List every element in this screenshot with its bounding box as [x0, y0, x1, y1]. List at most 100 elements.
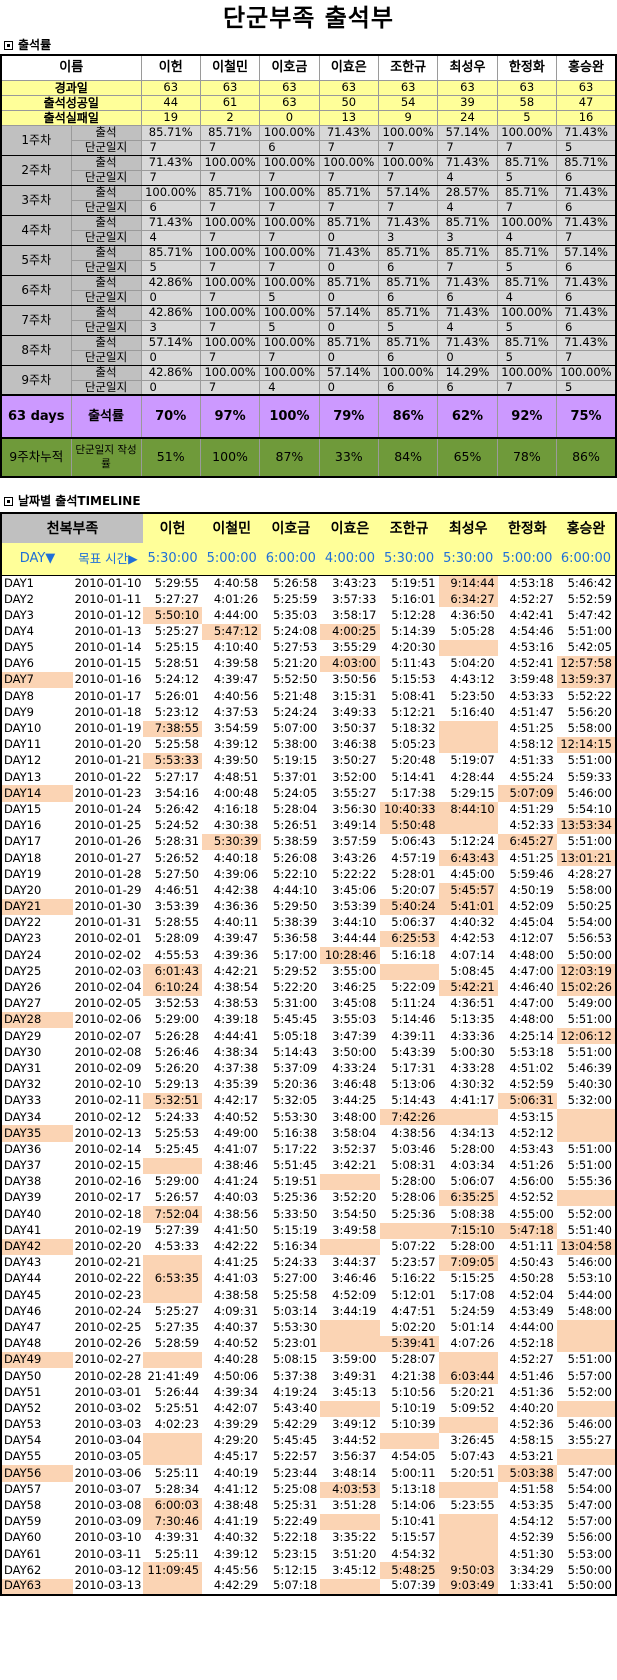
wake-time: 4:10:40	[213, 640, 259, 655]
timeline-header-row: 천복부족 이헌 이철민 이호금 이효은 조한규 최성우 한정화 홍승완	[1, 513, 616, 543]
wake-time: 4:40:20	[509, 1400, 554, 1415]
timeline-row: DAY26 2010-02-04 6:10:24 4:38:54 5:22:20 3:46…	[1, 979, 616, 996]
wake-time: 4:40:18	[213, 850, 259, 865]
wake-time: 5:28:34	[154, 1481, 200, 1496]
wake-time: 3:49:33	[332, 704, 377, 719]
journal-count: 7	[377, 139, 439, 156]
timeline-row: DAY47 2010-02-25 5:27:35 4:40:37 5:53:30 5:02…	[1, 1319, 616, 1336]
journal-count: 7	[556, 229, 617, 246]
wake-time: 4:41:07	[213, 1141, 259, 1156]
attend-rate: 71.43%	[556, 184, 617, 201]
wake-time: 4:47:00	[509, 963, 554, 978]
wake-time: 4:39:36	[213, 947, 259, 962]
day-label: DAY11	[4, 737, 42, 752]
date-cell: 2010-02-20	[74, 1239, 142, 1254]
wake-time: 5:22:20	[273, 980, 318, 995]
wake-time: 5:17:22	[273, 1141, 318, 1156]
journal-rate-value: 100%	[199, 437, 261, 478]
day-label: DAY17	[4, 834, 42, 849]
wake-time: 4:39:18	[213, 1012, 259, 1027]
journal-count: 6	[377, 349, 439, 366]
wake-time: 3:48:14	[332, 1465, 377, 1480]
wake-time: 5:45:57	[438, 882, 498, 899]
day-label: DAY58	[4, 1498, 42, 1513]
wake-time: 4:38:48	[213, 1498, 259, 1513]
wake-time: 5:56:20	[567, 704, 612, 719]
wake-time: 4:37:38	[213, 1060, 259, 1075]
wake-time: 5:24:05	[273, 785, 318, 800]
journal-count: 5	[556, 379, 617, 396]
wake-time: 4:39:11	[391, 1028, 436, 1043]
week-journal-row: 단군일지 5 7 7 0 6 7 5 6	[1, 259, 617, 276]
day-label: DAY4	[4, 623, 34, 638]
wake-time: 4:28:27	[567, 866, 612, 881]
wake-time: 5:26:46	[154, 1044, 200, 1059]
timeline-row: DAY19 2010-01-28 5:27:50 4:39:06 5:22:10 5:22…	[1, 866, 616, 882]
wake-time: 3:45:06	[332, 882, 377, 897]
wake-time: 5:23:55	[450, 1498, 495, 1513]
attend-rate: 100.00%	[199, 154, 261, 171]
wake-time	[556, 1449, 616, 1466]
date-cell: 2010-03-12	[74, 1562, 142, 1577]
date-cell: 2010-02-24	[74, 1303, 142, 1318]
date-cell: 2010-01-20	[74, 737, 142, 752]
week-attend-row: 2주차 출석 71.43% 100.00% 100.00% 100.00% 100.00% 7…	[0, 154, 617, 186]
wake-time	[379, 1432, 439, 1450]
wake-time	[320, 1400, 380, 1417]
wake-time: 5:18:32	[391, 721, 436, 736]
wake-time: 5:25:45	[154, 1141, 200, 1156]
wake-time: 3:52:53	[154, 996, 200, 1011]
wake-time: 5:57:00	[567, 1368, 612, 1383]
date-cell: 2010-02-04	[74, 980, 142, 995]
date-cell: 2010-01-22	[74, 769, 142, 784]
date-cell: 2010-01-21	[74, 753, 142, 768]
wake-time: 5:26:01	[154, 688, 200, 703]
wake-time: 1:33:41	[509, 1578, 554, 1593]
attend-rate: 100.00%	[199, 334, 261, 351]
wake-time: 5:28:00	[391, 1174, 436, 1189]
rate-value: 97%	[199, 394, 261, 439]
timeline-row: DAY33 2010-02-11 5:32:51 4:42:17 5:32:05 3:44…	[1, 1093, 616, 1110]
wake-time: 4:41:19	[213, 1514, 259, 1529]
wake-time: 5:32:00	[567, 1093, 612, 1108]
attend-rate: 100.00%	[259, 184, 320, 201]
day-label: DAY55	[4, 1449, 42, 1464]
day-label: DAY57	[4, 1481, 42, 1496]
wake-time: 4:42:41	[509, 607, 554, 622]
wake-time: 5:22:18	[273, 1530, 318, 1545]
attend-rate: 85.71%	[437, 244, 498, 261]
wake-time: 5:29:55	[154, 575, 200, 590]
tribe-label: 천복부족	[1, 513, 143, 543]
rate-sub: 출석률	[70, 394, 142, 439]
date-cell: 2010-01-18	[74, 704, 142, 719]
attend-rate: 85.71%	[496, 334, 558, 351]
wake-time: 4:51:11	[509, 1239, 554, 1254]
wake-time: 5:16:18	[391, 947, 436, 962]
wake-time: 3:50:00	[332, 1044, 377, 1059]
wake-time: 5:26:44	[154, 1384, 200, 1399]
timeline-row: DAY55 2010-03-05 4:45:17 5:22:57 3:56:37 4:54…	[1, 1449, 616, 1466]
attend-rate: 100.00%	[199, 304, 261, 321]
week-journal-row: 단군일지 6 7 7 7 7 4 7 6	[1, 199, 617, 216]
date-cell: 2010-02-23	[74, 1287, 142, 1302]
day-label: DAY63	[1, 1578, 73, 1595]
target-time: 5:30:00	[143, 543, 203, 575]
date-cell: 2010-02-26	[74, 1336, 142, 1351]
wake-time: 5:28:00	[450, 1141, 495, 1156]
attend-rate: 71.43%	[437, 334, 498, 351]
wake-time: 5:05:18	[273, 1028, 318, 1043]
wake-time: 5:25:58	[154, 737, 200, 752]
wake-time: 5:12:24	[450, 834, 495, 849]
wake-time: 5:21:48	[273, 688, 318, 703]
attend-rate: 100.00%	[496, 214, 558, 231]
wake-time: 5:28:31	[154, 834, 200, 849]
day-label: DAY60	[4, 1530, 42, 1545]
wake-time: 9:14:44	[438, 575, 498, 592]
wake-time: 3:51:28	[332, 1498, 377, 1513]
wake-time: 5:24:08	[273, 623, 318, 638]
wake-time: 3:52:20	[332, 1190, 377, 1205]
wake-time: 5:24:24	[273, 704, 318, 719]
attend-rate: 85.71%	[377, 304, 439, 321]
wake-time: 5:17:00	[273, 947, 318, 962]
wake-time: 5:54:00	[567, 915, 612, 930]
